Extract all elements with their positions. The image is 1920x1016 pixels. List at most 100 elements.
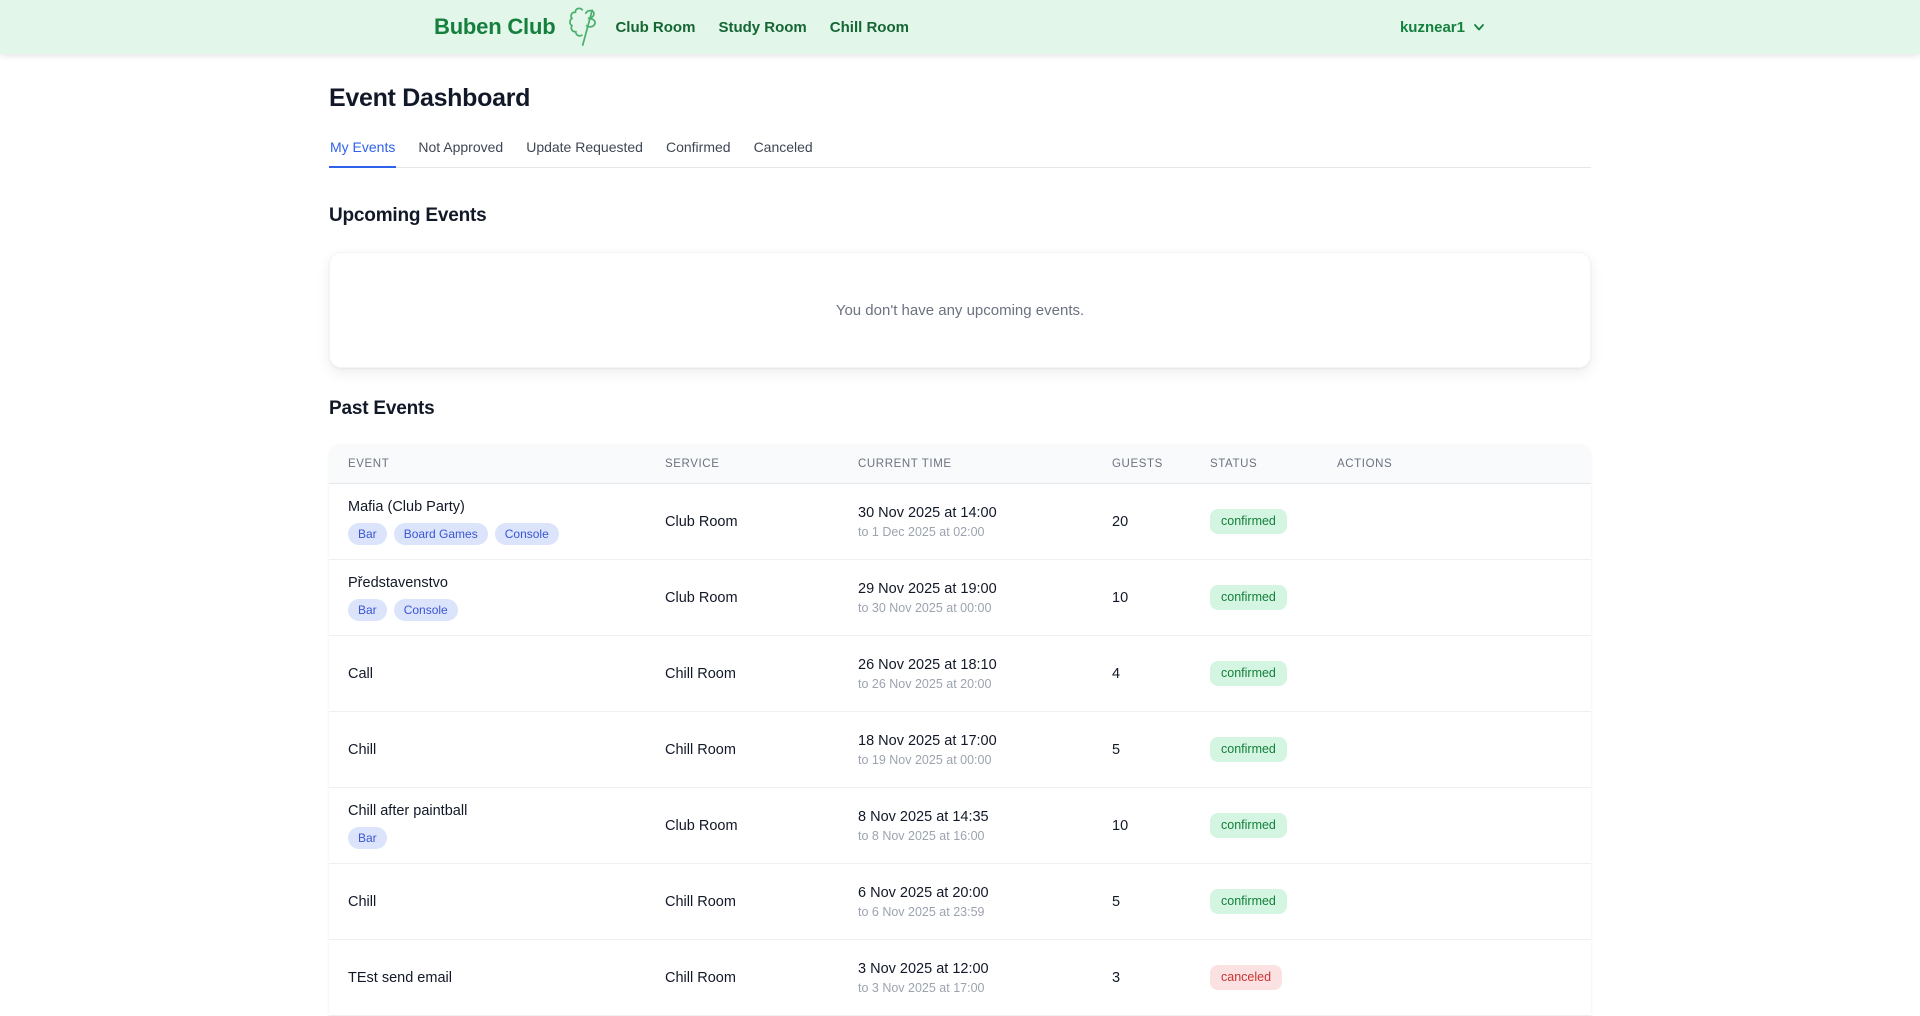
guests-count: 20 <box>1112 514 1181 530</box>
service-value: Club Room <box>665 590 829 606</box>
guests-cell: 10 <box>1093 805 1191 847</box>
main-content: Event Dashboard My EventsNot ApprovedUpd… <box>329 54 1591 1016</box>
event-time-start: 3 Nov 2025 at 12:00 <box>858 961 1083 977</box>
time-cell: 6 Nov 2025 at 20:00 to 6 Nov 2025 at 23:5… <box>839 872 1093 932</box>
service-cell: Chill Room <box>646 957 839 999</box>
brand-name: Buben Club <box>434 14 555 40</box>
event-cell: Chill after paintball Bar <box>329 790 646 862</box>
event-cell: Chill <box>329 881 646 923</box>
nav-link-study-room[interactable]: Study Room <box>718 19 806 36</box>
chevron-down-icon <box>1472 20 1486 34</box>
column-header-guests: Guests <box>1093 458 1191 470</box>
guests-count: 5 <box>1112 742 1181 758</box>
status-badge: confirmed <box>1210 889 1287 914</box>
buben-logo-icon <box>565 5 603 49</box>
app-header: Buben Club Club Room Study Room Chill Room… <box>0 0 1920 54</box>
event-name: Chill <box>348 894 636 910</box>
tab-confirmed[interactable]: Confirmed <box>665 139 732 168</box>
event-tag-board-games: Board Games <box>394 523 488 545</box>
nav-link-club-room[interactable]: Club Room <box>615 19 695 36</box>
event-time-end: to 8 Nov 2025 at 16:00 <box>858 829 1083 843</box>
empty-state-message: You don't have any upcoming events. <box>836 302 1084 319</box>
guests-count: 4 <box>1112 666 1181 682</box>
guests-cell: 4 <box>1093 653 1191 695</box>
table-row: Mafia (Club Party)BarBoard GamesConsoleC… <box>329 484 1591 560</box>
actions-cell <box>1318 509 1591 535</box>
event-tag-bar: Bar <box>348 599 387 621</box>
time-cell: 8 Nov 2025 at 14:35 to 8 Nov 2025 at 16:0… <box>839 796 1093 856</box>
table-row: Chill after paintball Bar Club Room 8 Nov 2… <box>329 788 1591 864</box>
event-time-end: to 26 Nov 2025 at 20:00 <box>858 677 1083 691</box>
tab-update-requested[interactable]: Update Requested <box>525 139 644 168</box>
time-cell: 26 Nov 2025 at 18:10 to 26 Nov 2025 at 20… <box>839 644 1093 704</box>
table-row: TEst send emailChill Room3 Nov 2025 at 1… <box>329 940 1591 1016</box>
service-cell: Chill Room <box>646 881 839 923</box>
event-cell: Představenstvo Bar Console <box>329 562 646 634</box>
nav-link-chill-room[interactable]: Chill Room <box>830 19 909 36</box>
status-cell: confirmed <box>1191 876 1318 927</box>
event-tag-bar: Bar <box>348 827 387 849</box>
status-badge: confirmed <box>1210 585 1287 610</box>
upcoming-events-card: You don't have any upcoming events. <box>329 252 1591 368</box>
table-header-row: EventServiceCurrent TimeGuestsStatusActi… <box>329 445 1591 484</box>
table-row: Chill Chill Room 6 Nov 2025 at 20:00 to 6 N… <box>329 864 1591 940</box>
service-cell: Chill Room <box>646 729 839 771</box>
service-value: Club Room <box>665 818 829 834</box>
event-time-start: 8 Nov 2025 at 14:35 <box>858 809 1083 825</box>
actions-cell <box>1318 737 1591 763</box>
brand-logo[interactable]: Buben Club <box>434 5 603 49</box>
table-row: ChillChill Room 18 Nov 2025 at 17:00 to 19… <box>329 712 1591 788</box>
event-cell: Mafia (Club Party)BarBoard GamesConsole <box>329 486 646 558</box>
username: kuznear1 <box>1400 19 1465 36</box>
event-time-start: 29 Nov 2025 at 19:00 <box>858 581 1083 597</box>
time-cell: 29 Nov 2025 at 19:00to 30 Nov 2025 at 00… <box>839 568 1093 628</box>
main-nav: Club Room Study Room Chill Room <box>615 19 909 36</box>
tab-canceled[interactable]: Canceled <box>753 139 814 168</box>
event-time-start: 26 Nov 2025 at 18:10 <box>858 657 1083 673</box>
tab-my-events[interactable]: My Events <box>329 139 396 168</box>
time-cell: 3 Nov 2025 at 12:00 to 3 Nov 2025 at 17:0… <box>839 948 1093 1008</box>
guests-cell: 20 <box>1093 501 1191 543</box>
event-cell: Chill <box>329 729 646 771</box>
status-cell: confirmed <box>1191 800 1318 851</box>
event-name: Chill after paintball <box>348 803 636 819</box>
tabs: My Events Not Approved Update Requested Con… <box>329 139 1591 168</box>
service-value: Chill Room <box>665 970 829 986</box>
event-time-end: to 1 Dec 2025 at 02:00 <box>858 525 1083 539</box>
actions-cell <box>1318 585 1591 611</box>
guests-cell: 5 <box>1093 881 1191 923</box>
guests-cell: 3 <box>1093 957 1191 999</box>
actions-cell <box>1318 661 1591 687</box>
status-cell: confirmed <box>1191 648 1318 699</box>
event-name: Mafia (Club Party) <box>348 499 636 515</box>
event-time-end: to 19 Nov 2025 at 00:00 <box>858 753 1083 767</box>
actions-cell <box>1318 889 1591 915</box>
column-header-event: Event <box>329 458 646 470</box>
event-time-end: to 3 Nov 2025 at 17:00 <box>858 981 1083 995</box>
event-time-start: 6 Nov 2025 at 20:00 <box>858 885 1083 901</box>
event-time-end: to 6 Nov 2025 at 23:59 <box>858 905 1083 919</box>
service-cell: Chill Room <box>646 653 839 695</box>
event-tag-console: Console <box>495 523 559 545</box>
event-name: Představenstvo <box>348 575 636 591</box>
event-tags: Bar Console <box>348 599 636 621</box>
column-header-service: Service <box>646 458 839 470</box>
tab-not-approved[interactable]: Not Approved <box>417 139 504 168</box>
table-row: Call Chill Room 26 Nov 2025 at 18:10 to 26 … <box>329 636 1591 712</box>
status-badge: confirmed <box>1210 509 1287 534</box>
guests-cell: 5 <box>1093 729 1191 771</box>
guests-count: 5 <box>1112 894 1181 910</box>
user-menu[interactable]: kuznear1 <box>1400 19 1486 36</box>
service-cell: Club Room <box>646 805 839 847</box>
actions-cell <box>1318 813 1591 839</box>
event-tag-console: Console <box>394 599 458 621</box>
event-time-start: 18 Nov 2025 at 17:00 <box>858 733 1083 749</box>
time-cell: 30 Nov 2025 at 14:00to 1 Dec 2025 at 02:… <box>839 492 1093 552</box>
event-name: Call <box>348 666 636 682</box>
event-tags: Bar <box>348 827 636 849</box>
event-cell: Call <box>329 653 646 695</box>
guests-count: 10 <box>1112 818 1181 834</box>
status-badge: confirmed <box>1210 661 1287 686</box>
column-header-current-time: Current Time <box>839 458 1093 470</box>
table-row: Představenstvo Bar Console Club Room 29 Nov … <box>329 560 1591 636</box>
